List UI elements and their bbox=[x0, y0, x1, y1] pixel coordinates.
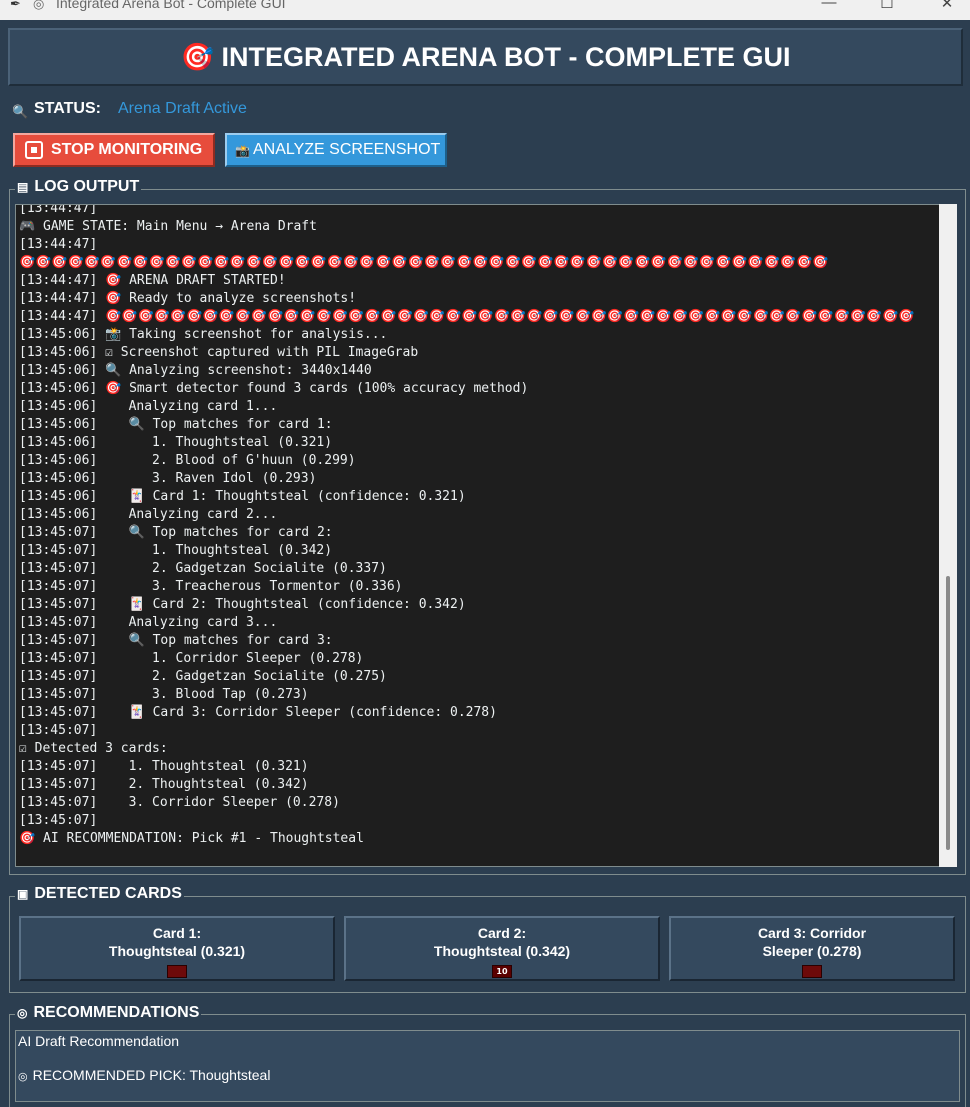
log-line: [13:44:47] 🎯 Ready to analyze screenshot… bbox=[19, 291, 357, 306]
log-line: 🎯 AI RECOMMENDATION: Pick #1 - Thoughtst… bbox=[19, 831, 364, 846]
log-line: [13:45:06] Analyzing card 1... bbox=[19, 399, 278, 414]
log-line: [13:45:06] 3. Raven Idol (0.293) bbox=[19, 471, 317, 486]
card-thumbnail: 10 bbox=[492, 965, 512, 978]
card-label: Card 3: Corridor Sleeper (0.278) bbox=[757, 925, 867, 959]
log-line: 🎮 GAME STATE: Main Menu → Arena Draft bbox=[19, 219, 317, 234]
feather-icon: ✒ bbox=[10, 0, 21, 11]
log-line: [13:45:07] 1. Thoughtsteal (0.321) bbox=[19, 759, 309, 774]
log-line: [13:45:06] Analyzing card 2... bbox=[19, 507, 278, 522]
log-line: [13:45:07] 3. Blood Tap (0.273) bbox=[19, 687, 309, 702]
camera-icon: 📸 bbox=[235, 144, 250, 158]
status-value: Arena Draft Active bbox=[118, 100, 247, 117]
recommendation-heading: AI Draft Recommendation bbox=[18, 1033, 180, 1049]
log-line: [13:45:06] 📸 Taking screenshot for analy… bbox=[19, 327, 388, 342]
log-line: [13:44:47] 🎯🎯🎯🎯🎯🎯🎯🎯🎯🎯🎯🎯🎯🎯🎯🎯🎯🎯🎯🎯🎯🎯🎯🎯🎯🎯🎯🎯🎯… bbox=[19, 309, 915, 324]
log-output-title-text: LOG OUTPUT bbox=[34, 178, 140, 195]
stop-monitoring-label: STOP MONITORING bbox=[51, 141, 203, 158]
log-line: [13:45:06] 🔍 Top matches for card 1: bbox=[19, 417, 333, 432]
log-line: [13:45:07] 2. Gadgetzan Socialite (0.275… bbox=[19, 669, 387, 684]
log-line: [13:45:06] 🔍 Analyzing screenshot: 3440x… bbox=[19, 363, 372, 378]
minimize-button[interactable]: — bbox=[806, 0, 852, 20]
log-line: [13:44:47] bbox=[19, 204, 98, 216]
recommendation-panel: AI Draft Recommendation ◎ RECOMMENDED PIC… bbox=[15, 1030, 960, 1102]
detected-card-3[interactable]: Card 3: Corridor Sleeper (0.278) bbox=[669, 916, 955, 981]
window-titlebar: ✒ ◎ Integrated Arena Bot - Complete GUI … bbox=[0, 0, 970, 20]
log-line: [13:44:47] 🎯 ARENA DRAFT STARTED! bbox=[19, 273, 286, 288]
log-line: [13:45:06] 🎯 Smart detector found 3 card… bbox=[19, 381, 529, 396]
log-line: [13:45:07] bbox=[19, 813, 98, 828]
log-line: [13:45:07] bbox=[19, 723, 98, 738]
close-button[interactable]: ✕ bbox=[924, 0, 970, 20]
recommendations-title: ◎ RECOMMENDATIONS bbox=[15, 1004, 202, 1022]
card-label: Card 2: Thoughtsteal (0.342) bbox=[433, 925, 571, 959]
log-line: [13:45:06] 🃏 Card 1: Thoughtsteal (confi… bbox=[19, 489, 466, 504]
analyze-screenshot-label: ANALYZE SCREENSHOT bbox=[253, 141, 441, 158]
detected-card-2[interactable]: Card 2: Thoughtsteal (0.342) 10 bbox=[344, 916, 660, 981]
log-line: [13:45:07] 🔍 Top matches for card 2: bbox=[19, 525, 333, 540]
log-lines: [13:44:47] 🎮 GAME STATE: Main Menu → Aren… bbox=[19, 204, 939, 848]
log-line: [13:45:06] 1. Thoughtsteal (0.321) bbox=[19, 435, 333, 450]
log-output-title: ▤ LOG OUTPUT bbox=[15, 178, 142, 196]
log-line: [13:45:07] 3. Treacherous Tormentor (0.3… bbox=[19, 579, 403, 594]
log-line: [13:45:06] ☑ Screenshot captured with PI… bbox=[19, 345, 419, 360]
log-line: ☑ Detected 3 cards: bbox=[19, 741, 168, 756]
target-icon: ◎ bbox=[18, 1071, 28, 1083]
log-line: [13:44:47] bbox=[19, 237, 98, 252]
log-line: [13:45:07] 1. Corridor Sleeper (0.278) bbox=[19, 651, 364, 666]
log-line: 🎯🎯🎯🎯🎯🎯🎯🎯🎯🎯🎯🎯🎯🎯🎯🎯🎯🎯🎯🎯🎯🎯🎯🎯🎯🎯🎯🎯🎯🎯🎯🎯🎯🎯🎯🎯🎯🎯🎯🎯… bbox=[19, 255, 829, 270]
stop-icon bbox=[25, 141, 43, 159]
log-scrollbar[interactable] bbox=[939, 204, 957, 867]
detected-cards-title: ▣ DETECTED CARDS bbox=[15, 885, 184, 903]
ledger-icon: ▤ bbox=[17, 180, 29, 194]
window-title: Integrated Arena Bot - Complete GUI bbox=[56, 0, 286, 11]
card-icon: ▣ bbox=[17, 887, 29, 901]
log-textarea[interactable]: [13:44:47] 🎮 GAME STATE: Main Menu → Aren… bbox=[15, 204, 957, 867]
target-icon: ◎ bbox=[33, 0, 45, 11]
maximize-button[interactable]: ☐ bbox=[864, 0, 910, 20]
status-label: STATUS: bbox=[34, 100, 101, 117]
recommendations-title-text: RECOMMENDATIONS bbox=[33, 1004, 200, 1021]
log-line: [13:45:07] 🔍 Top matches for card 3: bbox=[19, 633, 333, 648]
stop-monitoring-button[interactable]: STOP MONITORING bbox=[13, 133, 215, 167]
log-line: [13:45:07] Analyzing card 3... bbox=[19, 615, 278, 630]
recommended-pick: ◎ RECOMMENDED PICK: Thoughtsteal bbox=[18, 1067, 270, 1083]
log-line: [13:45:07] 🃏 Card 2: Thoughtsteal (confi… bbox=[19, 597, 466, 612]
detected-card-1[interactable]: Card 1: Thoughtsteal (0.321) bbox=[19, 916, 335, 981]
magnifier-icon: 🔍 bbox=[12, 104, 29, 119]
log-line: [13:45:07] 1. Thoughtsteal (0.342) bbox=[19, 543, 333, 558]
recommended-pick-text: RECOMMENDED PICK: Thoughtsteal bbox=[32, 1067, 271, 1083]
log-line: [13:45:07] 2. Gadgetzan Socialite (0.337… bbox=[19, 561, 387, 576]
analyze-screenshot-button[interactable]: 📸 ANALYZE SCREENSHOT bbox=[225, 133, 447, 167]
log-line: [13:45:07] 🃏 Card 3: Corridor Sleeper (c… bbox=[19, 705, 497, 720]
detected-cards-title-text: DETECTED CARDS bbox=[34, 885, 182, 902]
card-label: Card 1: Thoughtsteal (0.321) bbox=[108, 925, 246, 959]
log-line: [13:45:06] 2. Blood of G'huun (0.299) bbox=[19, 453, 356, 468]
log-line: [13:45:07] 2. Thoughtsteal (0.342) bbox=[19, 777, 309, 792]
scrollbar-thumb[interactable] bbox=[946, 576, 950, 850]
app-header: 🎯 INTEGRATED ARENA BOT - COMPLETE GUI bbox=[8, 28, 963, 86]
log-line: [13:45:07] 3. Corridor Sleeper (0.278) bbox=[19, 795, 340, 810]
target-icon: ◎ bbox=[17, 1006, 28, 1020]
card-thumbnail bbox=[167, 965, 187, 978]
card-thumbnail bbox=[802, 965, 822, 978]
app-title: 🎯 INTEGRATED ARENA BOT - COMPLETE GUI bbox=[180, 42, 791, 72]
